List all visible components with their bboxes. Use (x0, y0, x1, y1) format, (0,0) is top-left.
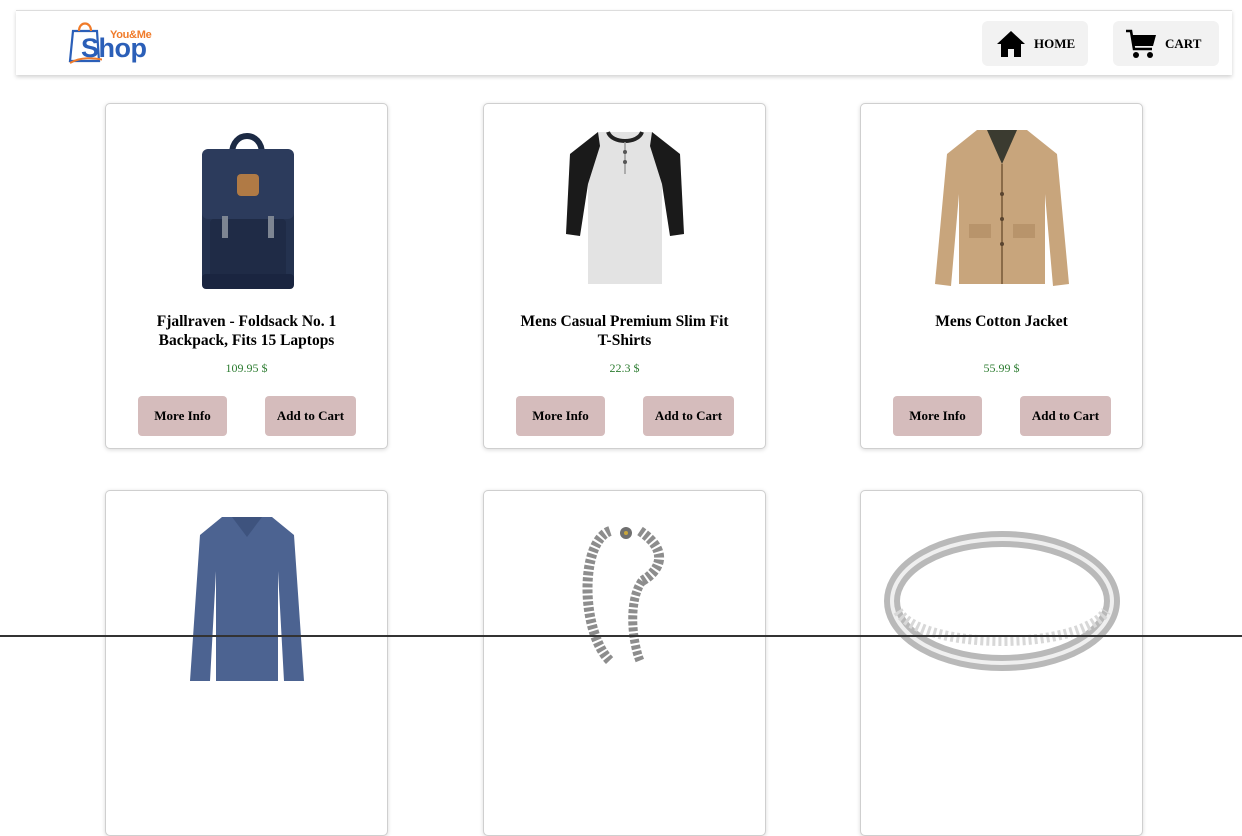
cart-icon (1126, 29, 1156, 58)
product-title: Mens Cotton Jacket (935, 313, 1068, 330)
product-image[interactable] (106, 124, 387, 294)
add-to-cart-button[interactable]: Add to Cart (1020, 396, 1111, 436)
product-price: 109.95 $ (225, 361, 268, 375)
silver-ring-image (883, 531, 1120, 671)
product-title: Mens Casual Premium Slim Fit T-Shirts (520, 313, 729, 349)
home-label: HOME (1034, 35, 1076, 51)
product-card: Mens Cotton Jacket 55.99 $ More Info Add… (860, 103, 1143, 449)
cart-button[interactable]: CART (1113, 21, 1219, 66)
silver-bracelet-image (582, 526, 664, 665)
product-image[interactable] (106, 511, 387, 681)
product-card (860, 490, 1143, 836)
more-info-button[interactable]: More Info (516, 396, 605, 436)
product-card (105, 490, 388, 836)
product-image[interactable] (861, 124, 1142, 294)
product-image[interactable] (861, 511, 1142, 681)
product-image[interactable] (484, 124, 765, 294)
shop-logo[interactable]: You&Me Shop (68, 17, 160, 65)
cotton-jacket-image (934, 130, 1069, 286)
product-card (483, 490, 766, 836)
product-price: 55.99 $ (983, 361, 1020, 375)
home-icon (997, 30, 1025, 57)
product-title: Fjallraven - Foldsack No. 1 Backpack, Fi… (156, 313, 337, 349)
backpack-image (201, 133, 294, 289)
navbar: You&Me Shop HOME CART (16, 10, 1232, 75)
add-to-cart-button[interactable]: Add to Cart (265, 396, 356, 436)
product-price: 22.3 $ (609, 361, 640, 375)
product-image[interactable] (484, 511, 765, 681)
home-button[interactable]: HOME (982, 21, 1088, 66)
cart-label: CART (1165, 35, 1202, 51)
logo-text: Shop (81, 33, 147, 63)
add-to-cart-button[interactable]: Add to Cart (643, 396, 734, 436)
product-card: Fjallraven - Foldsack No. 1 Backpack, Fi… (105, 103, 388, 449)
more-info-button[interactable]: More Info (893, 396, 982, 436)
long-sleeve-shirt-image (189, 517, 304, 681)
raglan-tshirt-image (565, 130, 684, 284)
product-card: Mens Casual Premium Slim Fit T-Shirts 22… (483, 103, 766, 449)
more-info-button[interactable]: More Info (138, 396, 227, 436)
